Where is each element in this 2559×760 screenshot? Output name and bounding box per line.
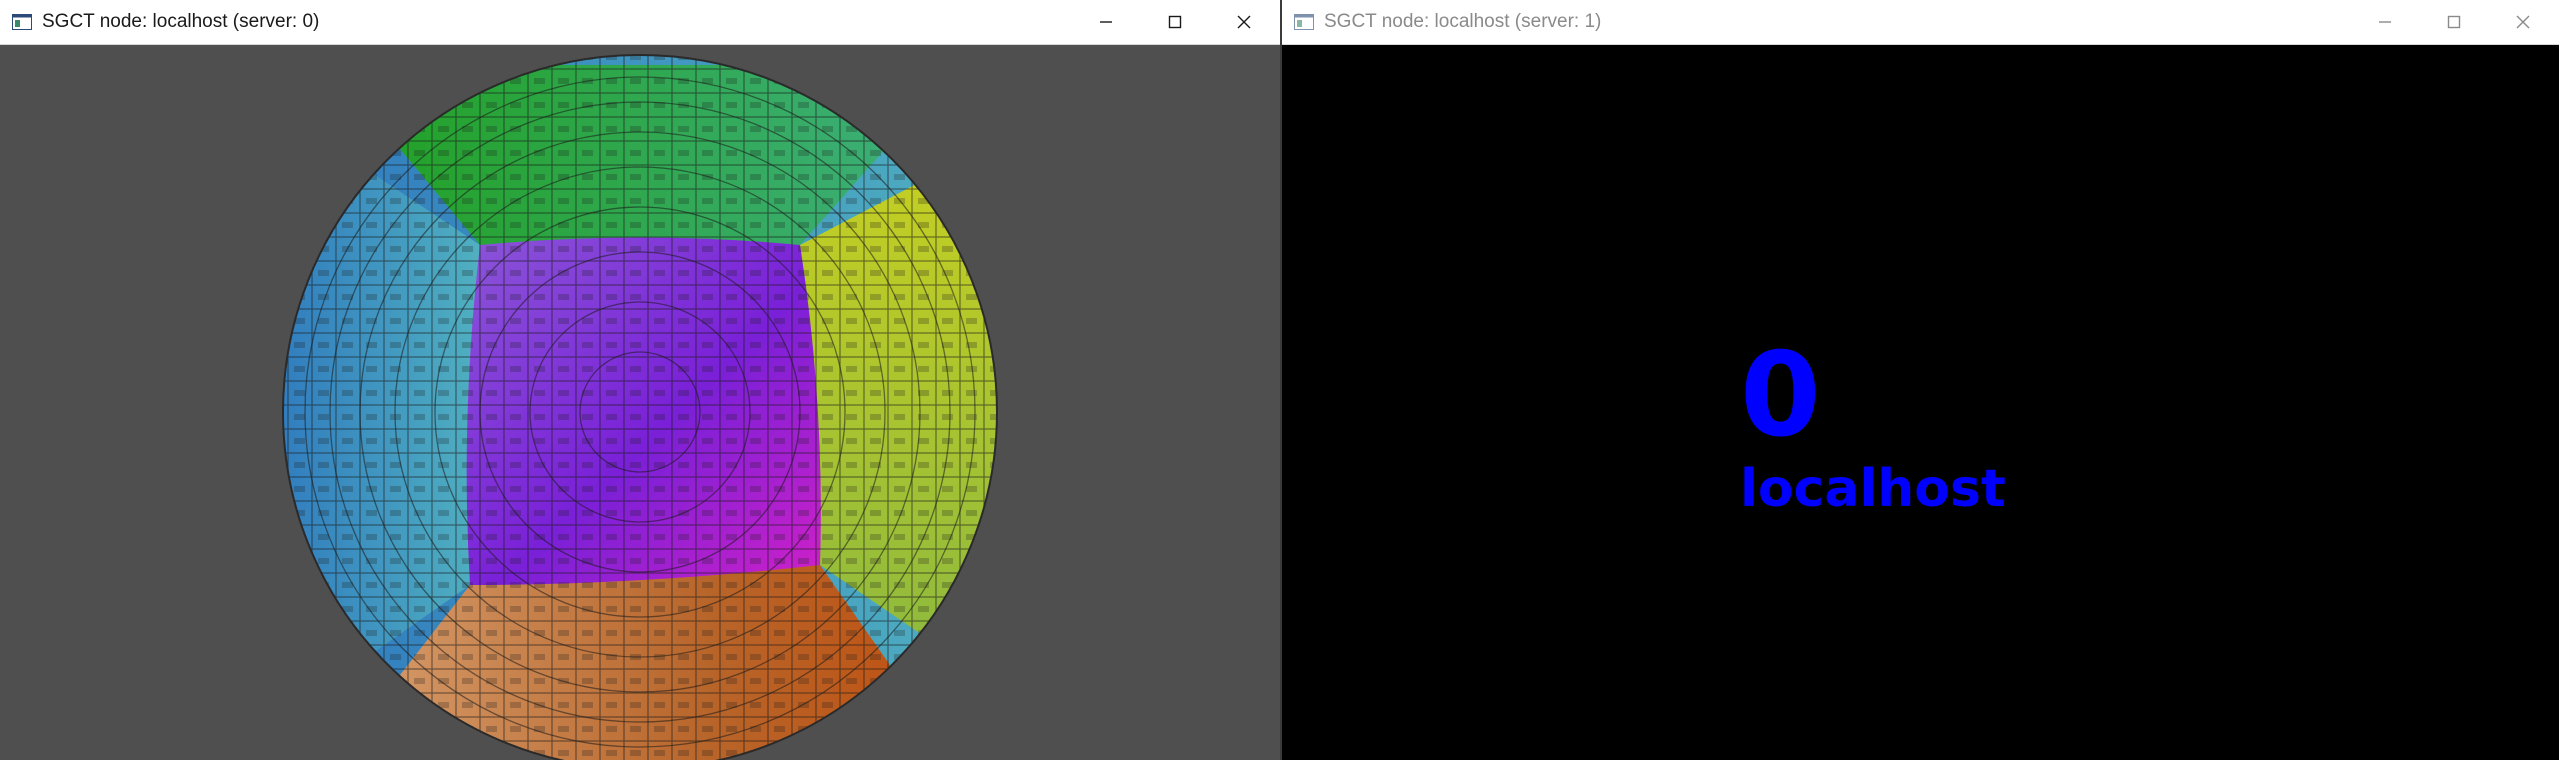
viewport-fisheye bbox=[0, 45, 1280, 760]
maximize-icon bbox=[1168, 15, 1182, 29]
maximize-button[interactable] bbox=[2420, 0, 2489, 44]
node-number-label: 0 bbox=[1740, 328, 1821, 463]
viewport-black bbox=[1282, 45, 2559, 760]
maximize-button[interactable] bbox=[1141, 0, 1210, 44]
fisheye-grid-render bbox=[282, 54, 998, 760]
app-window-icon bbox=[1294, 14, 1314, 30]
window-title: SGCT node: localhost (server: 0) bbox=[42, 11, 320, 32]
maximize-icon bbox=[2447, 15, 2461, 29]
close-button[interactable] bbox=[1210, 0, 1279, 44]
node-host-label: localhost bbox=[1740, 459, 2006, 519]
window-title: SGCT node: localhost (server: 1) bbox=[1324, 11, 1602, 32]
title-bar[interactable]: SGCT node: localhost (server: 1) bbox=[1282, 0, 2559, 45]
app-window-icon bbox=[12, 14, 32, 30]
close-icon bbox=[1237, 15, 1251, 29]
minimize-button[interactable] bbox=[1072, 0, 1141, 44]
minimize-icon bbox=[2379, 21, 2391, 23]
minimize-button[interactable] bbox=[2351, 0, 2420, 44]
minimize-icon bbox=[1100, 21, 1112, 23]
sgct-window-server-0[interactable]: SGCT node: localhost (server: 0) bbox=[0, 0, 1280, 760]
close-button[interactable] bbox=[2489, 0, 2558, 44]
close-icon bbox=[2516, 15, 2530, 29]
sgct-window-server-1[interactable]: SGCT node: localhost (server: 1) 0 local… bbox=[1282, 0, 2559, 760]
title-bar[interactable]: SGCT node: localhost (server: 0) bbox=[0, 0, 1280, 45]
